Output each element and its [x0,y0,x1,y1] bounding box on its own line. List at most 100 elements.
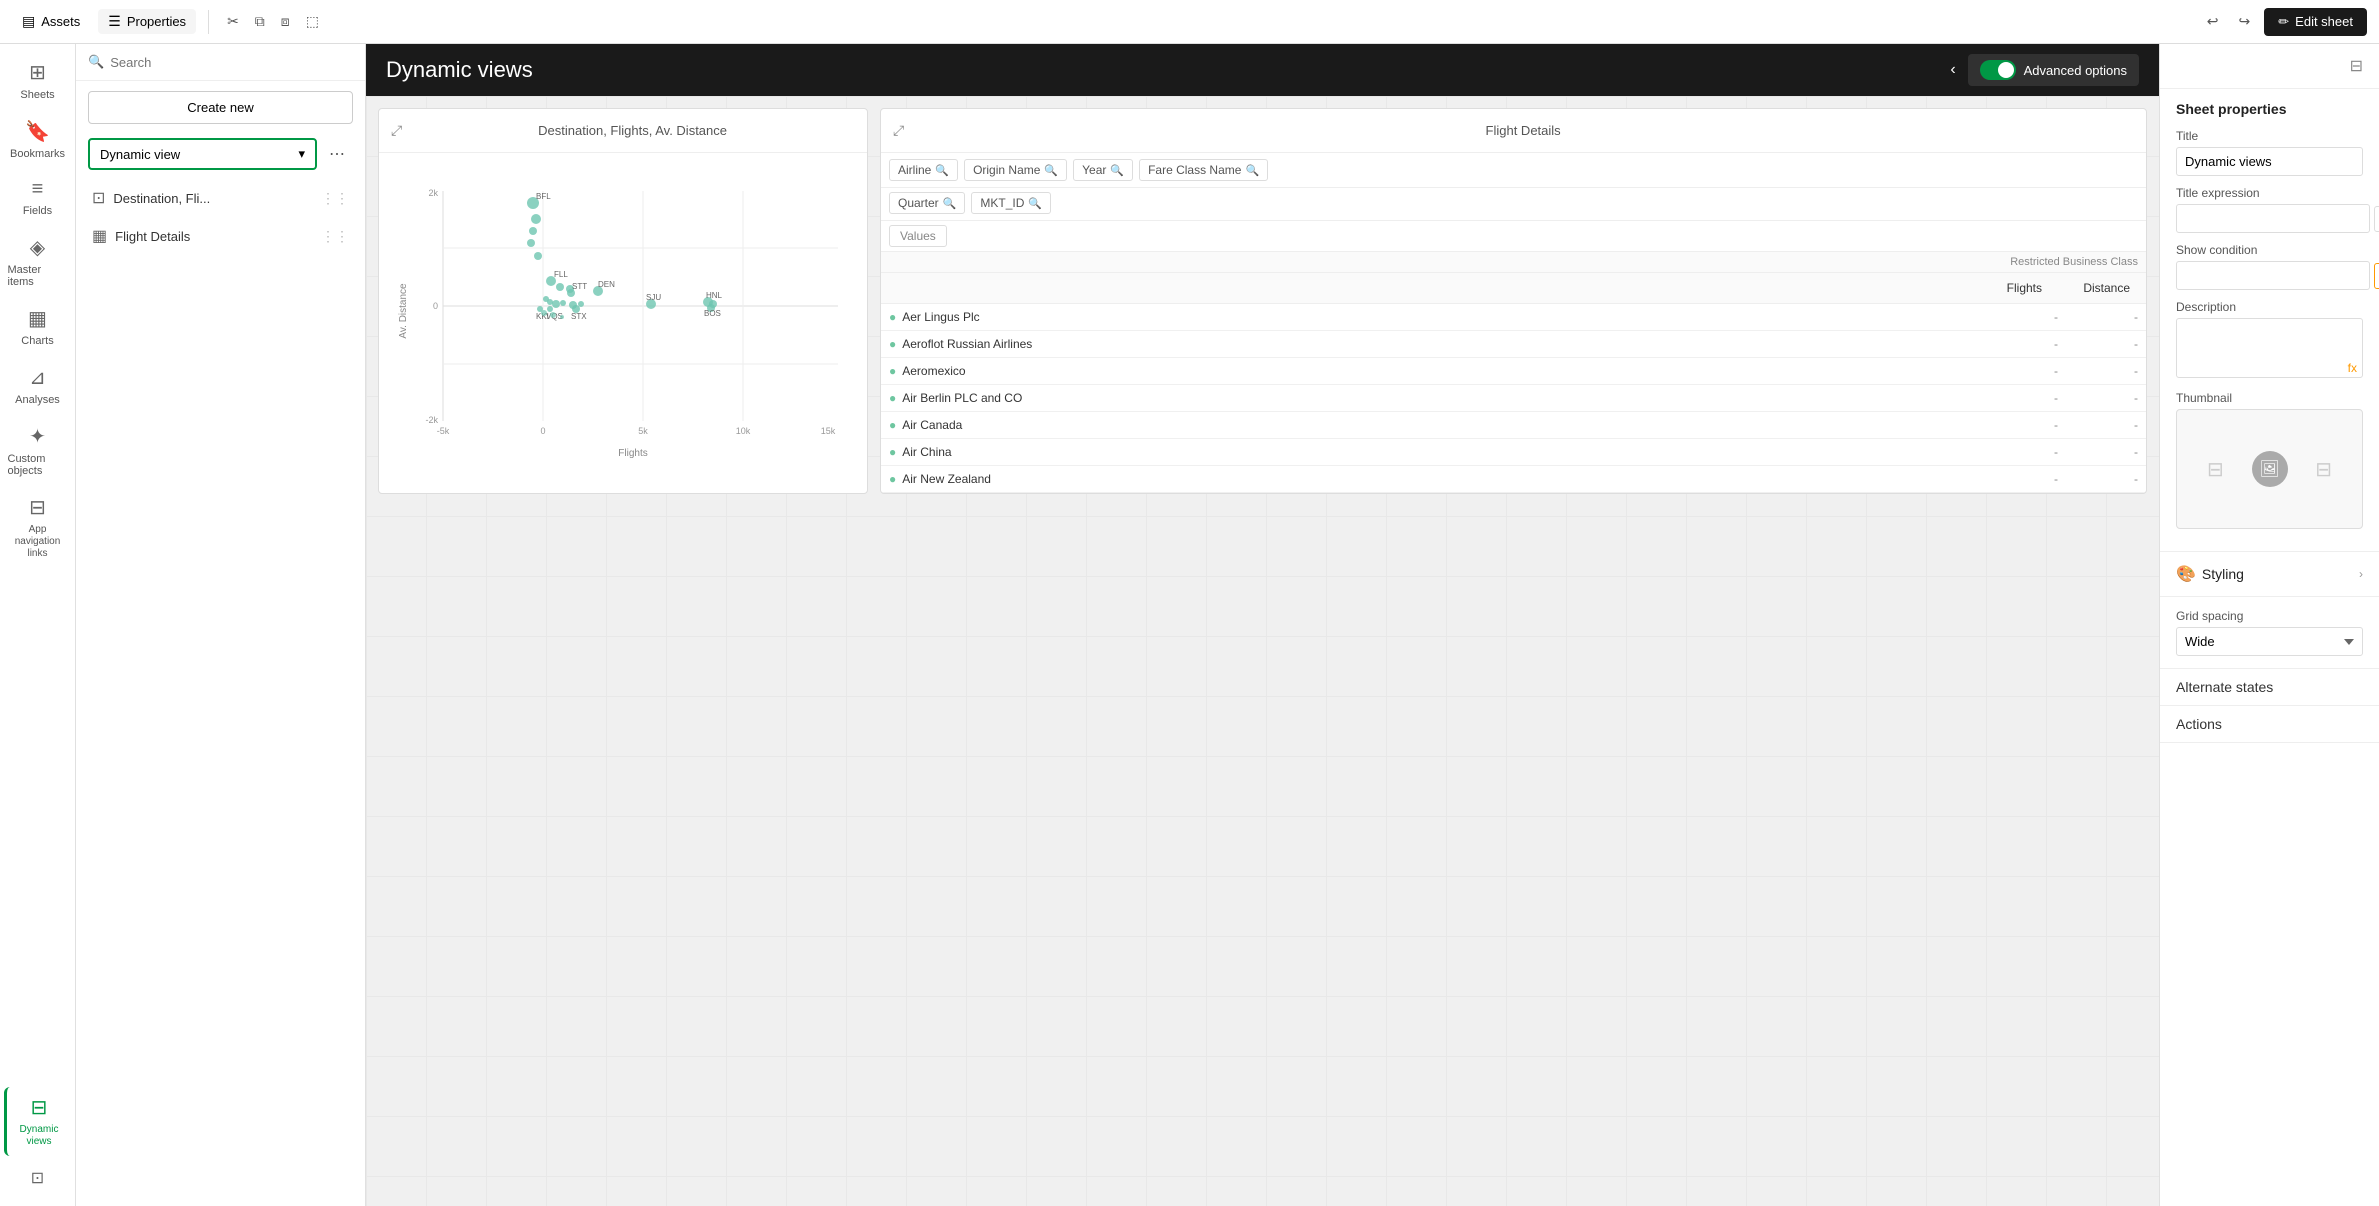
title-input[interactable] [2176,147,2363,176]
edit-sheet-button[interactable]: ✏ Edit sheet [2264,8,2367,36]
thumbnail-upload-button[interactable]: 🖼 [2252,451,2288,487]
flights-value: - [1978,310,2058,324]
styling-row[interactable]: 🎨 Styling › [2160,552,2379,597]
redo-button[interactable]: ↪ [2233,9,2257,34]
svg-text:0: 0 [433,301,438,311]
section-title: Sheet properties [2176,101,2363,117]
description-textarea[interactable] [2176,318,2363,378]
advanced-options-toggle[interactable]: Advanced options [1968,54,2139,86]
table-row[interactable]: ● Air Canada - - [881,412,2146,439]
flights-value: - [1978,445,2058,459]
properties-panel: ⊟ Sheet properties Title Title expressio… [2159,44,2379,1206]
row-icon: ● [889,472,896,486]
column-headers: Flights Distance [881,273,2146,304]
paste-button[interactable]: ⧈ [275,9,296,34]
layout-icon[interactable]: ⊟ [2350,56,2363,76]
grid-spacing-select[interactable]: Narrow Medium Wide [2176,627,2363,656]
filter-airline[interactable]: Airline 🔍 [889,159,958,181]
filter-label: Fare Class Name [1148,163,1241,177]
chart-title: Destination, Flights, Av. Distance [410,123,855,138]
table-row[interactable]: ● Aer Lingus Plc - - [881,304,2146,331]
styling-palette-icon: 🎨 [2176,564,2196,584]
distance-value: - [2058,391,2138,405]
sidebar-item-master-items[interactable]: ◈ Master items [4,227,72,296]
airline-name: Aer Lingus Plc [902,310,1978,324]
sidebar-item-label: Sheets [20,89,54,101]
filter-fare-class[interactable]: Fare Class Name 🔍 [1139,159,1268,181]
properties-tab-label: Properties [127,14,186,29]
drag-handle-icon[interactable]: ⋮⋮ [321,228,349,245]
header-right: ‹ Advanced options [1950,54,2139,86]
sidebar-item-label: Bookmarks [10,148,65,160]
tab-properties[interactable]: ☰ Properties [98,9,196,34]
values-row: Values [881,221,2146,252]
undo-button[interactable]: ↩ [2201,9,2225,34]
flights-value: - [1978,418,2058,432]
create-new-button[interactable]: Create new [88,91,353,124]
sidebar-item-app-nav[interactable]: ⊟ App navigation links [4,487,72,568]
duplicate-button[interactable]: ⬚ [300,9,325,34]
icon-nav: ⊞ Sheets 🔖 Bookmarks ≡ Fields ◈ Master i… [0,44,76,1206]
table-row[interactable]: ● Air Berlin PLC and CO - - [881,385,2146,412]
sidebar-item-fields[interactable]: ≡ Fields [4,170,72,225]
tab-assets[interactable]: ▤ Assets [12,9,90,34]
row-icon: ● [889,364,896,378]
col-header-airline [889,277,1970,299]
filter-search-icon: 🔍 [1110,164,1124,177]
dynamic-views-title: Dynamic views [386,57,533,83]
show-condition-label: Show condition [2176,243,2363,257]
more-options-button[interactable]: ⋯ [321,140,353,168]
toggle-knob [1998,62,2014,78]
drag-handle-icon[interactable]: ⋮⋮ [321,190,349,207]
col-header-row: Restricted Business Class [881,252,2146,273]
sidebar-bottom-icon[interactable]: ⊡ [31,1158,44,1198]
advanced-options-label: Advanced options [2024,63,2127,78]
dynamic-view-dropdown[interactable]: Dynamic view ▾ [88,138,317,170]
search-input[interactable] [110,55,353,70]
copy-button[interactable]: ⧉ [249,9,271,34]
sidebar-item-dynamic-views[interactable]: ⊟ Dynamic views [4,1087,72,1156]
filter-year[interactable]: Year 🔍 [1073,159,1133,181]
toggle-switch[interactable] [1980,60,2016,80]
table-row[interactable]: ● Aeromexico - - [881,358,2146,385]
filter-mkt-id[interactable]: MKT_ID 🔍 [971,192,1051,214]
show-condition-input[interactable] [2176,261,2370,290]
fields-icon: ≡ [32,178,44,201]
sidebar-item-bookmarks[interactable]: 🔖 Bookmarks [4,111,72,168]
sidebar-item-label: Master items [8,264,68,288]
list-item[interactable]: ⊡ Destination, Fli... ⋮⋮ [80,180,361,216]
description-fx-button[interactable]: fx [2348,361,2357,375]
cut-button[interactable]: ✂ [221,9,245,34]
filter-label: Airline [898,163,931,177]
sidebar-item-sheets[interactable]: ⊞ Sheets [4,52,72,109]
filter-label: Year [1082,163,1106,177]
app-nav-icon: ⊟ [29,495,46,520]
canvas-grid: ⤢ Destination, Flights, Av. Distance Av.… [366,96,2159,1206]
list-item[interactable]: ▦ Flight Details ⋮⋮ [80,218,361,254]
export-icon[interactable]: ⤢ [391,122,402,139]
title-expression-label: Title expression [2176,186,2363,200]
scatter-chart-panel: ⤢ Destination, Flights, Av. Distance Av.… [378,108,868,494]
toolbar-right: ↩ ↪ ✏ Edit sheet [2201,8,2367,36]
collapse-button[interactable]: ‹ [1950,61,1955,79]
table-row[interactable]: ● Air New Zealand - - [881,466,2146,493]
sidebar-item-custom-objects[interactable]: ✦ Custom objects [4,416,72,485]
show-condition-fx-button[interactable]: fx [2374,263,2379,289]
dynamic-views-icon: ⊟ [31,1095,48,1120]
sidebar-item-label: Custom objects [8,453,68,477]
charts-icon: ▦ [28,306,47,331]
table-row[interactable]: ● Aeroflot Russian Airlines - - [881,331,2146,358]
filter-quarter[interactable]: Quarter 🔍 [889,192,965,214]
sidebar-item-label: Charts [21,335,53,347]
svg-text:5k: 5k [638,426,648,436]
sidebar-item-label: App navigation links [8,524,68,560]
filter-origin-name[interactable]: Origin Name 🔍 [964,159,1067,181]
sidebar-item-analyses[interactable]: ⊿ Analyses [4,357,72,414]
table-row[interactable]: ● Air China - - [881,439,2146,466]
title-expression-fx-button[interactable]: fx [2374,206,2379,232]
sidebar-item-charts[interactable]: ▦ Charts [4,298,72,355]
export-icon[interactable]: ⤢ [893,122,904,139]
x-axis-label: Flights [618,448,647,459]
airline-name: Air Canada [902,418,1978,432]
title-expression-input[interactable] [2176,204,2370,233]
